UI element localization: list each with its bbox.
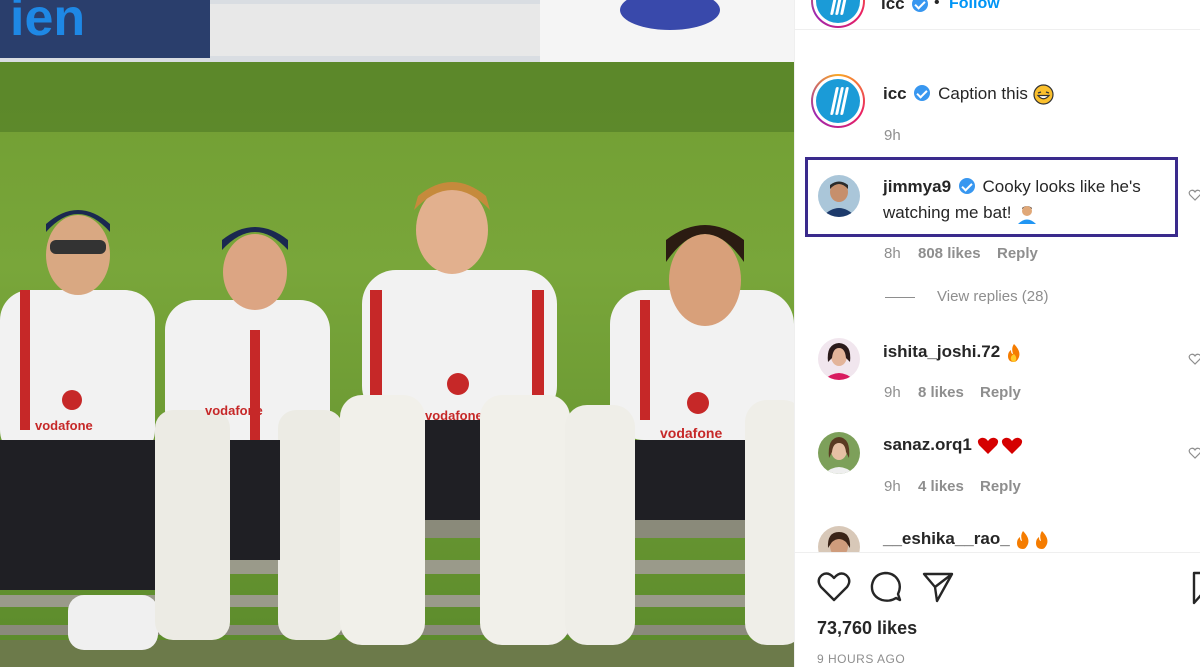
caption-text: Caption this (938, 84, 1028, 103)
reply-button[interactable]: Reply (980, 384, 1021, 401)
comments-panel: icc • Follow icc Caption this 9h jimmya9 (794, 0, 1200, 667)
comment-text-line1: Cooky looks like he's (982, 177, 1141, 196)
hearts-emoji-icon (977, 437, 1022, 454)
verified-icon (912, 0, 928, 12)
comment-bubble-icon[interactable] (869, 571, 903, 603)
comment-username[interactable]: __eshika__rao_ (883, 529, 1010, 548)
reply-button[interactable]: Reply (980, 478, 1021, 495)
comment-username[interactable]: sanaz.orq1 (883, 435, 972, 454)
comment-username[interactable]: jimmya9 (883, 177, 951, 196)
header-username[interactable]: icc (881, 0, 905, 14)
like-comment-heart-icon[interactable] (1188, 352, 1200, 366)
comment-time: 8h (884, 245, 901, 262)
comment-time: 9h (884, 478, 901, 495)
sanaz-avatar[interactable] (818, 432, 860, 474)
comment-likes[interactable]: 8 likes (918, 384, 964, 401)
jimmya9-avatar[interactable] (818, 175, 860, 217)
cricket-players-image: ien vodafone vodafone vodafone vodafone (0, 0, 794, 667)
grinning-face-emoji-icon (1033, 84, 1054, 105)
save-bookmark-icon[interactable] (1191, 571, 1200, 605)
caption-avatar[interactable] (811, 74, 865, 128)
post-time-ago: 9 HOURS AGO (817, 652, 906, 666)
svg-text:vodafone: vodafone (35, 418, 93, 433)
svg-text:ien: ien (10, 0, 85, 47)
header-avatar[interactable] (811, 0, 865, 28)
view-replies-button[interactable]: View replies (28) (937, 288, 1048, 305)
comment-likes[interactable]: 4 likes (918, 478, 964, 495)
caption-username[interactable]: icc (883, 84, 907, 103)
verified-icon (958, 178, 975, 194)
svg-text:vodafone: vodafone (205, 403, 263, 418)
fire-emoji-icon (1017, 530, 1048, 549)
icc-logo-icon (816, 0, 860, 23)
ishita-avatar[interactable] (818, 338, 860, 380)
comment-username[interactable]: ishita_joshi.72 (883, 342, 1000, 361)
share-plane-icon[interactable] (921, 571, 955, 603)
like-comment-heart-icon[interactable] (1188, 446, 1200, 460)
follow-button[interactable]: Follow (949, 0, 1000, 13)
comment-text-line2: watching me bat! (883, 203, 1012, 222)
verified-icon (914, 85, 931, 101)
reply-button[interactable]: Reply (997, 245, 1038, 262)
post-photo[interactable]: ien vodafone vodafone vodafone vodafone (0, 0, 794, 667)
fire-emoji-icon (1007, 343, 1020, 362)
icc-logo-icon (816, 79, 860, 123)
like-comment-heart-icon[interactable] (1188, 188, 1200, 202)
person-emoji-icon (1018, 205, 1037, 224)
caption-time: 9h (884, 127, 901, 144)
post-likes-count[interactable]: 73,760 likes (817, 618, 917, 639)
action-bar: 73,760 likes 9 HOURS AGO (795, 552, 1200, 667)
svg-text:vodafone: vodafone (660, 425, 722, 441)
post-header: icc • Follow (795, 0, 1200, 30)
view-replies-line (885, 297, 915, 298)
comment-likes[interactable]: 808 likes (918, 245, 981, 262)
like-heart-icon[interactable] (817, 571, 851, 603)
separator-dot: • (934, 0, 940, 11)
comment-time: 9h (884, 384, 901, 401)
